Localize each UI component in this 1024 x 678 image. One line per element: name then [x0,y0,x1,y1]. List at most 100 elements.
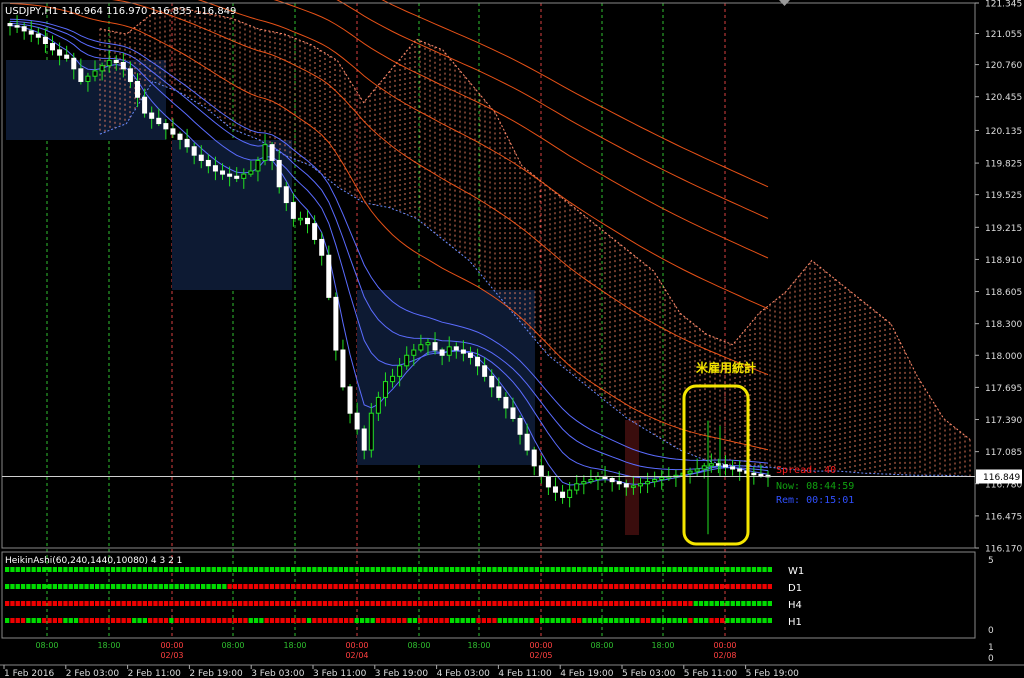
ha-down-cell [402,601,407,606]
candle-body [701,465,707,470]
candle-body [269,144,275,161]
ha-up-cell [238,567,243,572]
ha-up-cell [614,567,619,572]
price-tick-label: 117.390 [985,416,1022,426]
ha-up-cell [540,567,545,572]
ha-down-cell [640,584,645,589]
ha-down-cell [264,584,269,589]
ha-down-cell [693,584,698,589]
ha-down-cell [540,584,545,589]
ha-down-cell [317,601,322,606]
ha-down-cell [391,601,396,606]
ha-down-cell [190,618,195,623]
ha-up-cell [661,567,667,572]
ha-up-cell [148,584,153,589]
ha-up-cell [100,584,105,589]
ha-up-cell [582,567,587,572]
ha-down-cell [614,601,619,606]
ha-row-label: H1 [788,617,802,628]
ha-up-cell [365,567,370,572]
subwindow-label: HeikinAshi(60,240,1440,10080) 4 3 2 1 [5,556,182,566]
ha-down-cell [312,601,317,606]
ha-up-cell [195,584,200,589]
ha-down-cell [317,584,322,589]
ha-down-cell [735,584,741,589]
candle-body [453,346,459,351]
ha-up-cell [513,618,518,623]
ha-down-cell [354,601,359,606]
ha-up-cell [26,618,31,623]
ha-down-cell [206,618,211,623]
ha-down-cell [614,584,619,589]
ha-up-cell [73,618,79,623]
price-tick-label: 116.475 [985,512,1022,522]
candle-body [467,352,473,358]
candle-body [347,386,353,414]
candle-body [14,25,20,28]
candle-body [361,428,367,451]
ha-down-cell [428,601,433,606]
ha-down-cell [492,618,497,623]
ha-down-cell [444,584,449,589]
ha-up-cell [5,584,10,589]
candle-body [524,433,530,451]
price-tick-label: 118.300 [985,320,1022,330]
ha-down-cell [163,601,169,606]
ha-up-cell [614,618,619,623]
ha-down-cell [439,618,444,623]
ha-up-cell [635,567,640,572]
candle-body [156,117,162,125]
ha-down-cell [402,584,407,589]
ha-down-cell [704,584,709,589]
ha-down-cell [434,601,439,606]
ha-down-cell [396,601,402,606]
ha-down-cell [227,584,232,589]
ha-down-cell [216,601,222,606]
candle-body [687,470,693,474]
ha-down-cell [280,601,285,606]
ha-down-cell [571,584,576,589]
ha-up-cell [661,618,667,623]
ha-down-cell [58,601,63,606]
ha-down-cell [126,618,132,623]
ha-up-cell [47,567,52,572]
ha-up-cell [370,618,375,623]
ha-down-cell [301,584,306,589]
candle-body [42,36,48,45]
ha-down-cell [110,618,116,623]
ha-up-cell [312,567,317,572]
ha-down-cell [402,618,407,623]
ha-down-cell [661,584,667,589]
ha-down-cell [762,584,767,589]
ha-down-cell [449,584,455,589]
ha-down-cell [714,584,719,589]
ha-down-cell [296,584,301,589]
ha-up-cell [439,567,444,572]
ha-down-cell [471,601,476,606]
candle-body [616,481,622,485]
ha-down-cell [68,601,73,606]
ha-down-cell [322,584,328,589]
ha-down-cell [534,584,539,589]
time-tick-label: 5 Feb 03:00 [622,669,676,678]
trading-chart[interactable]: 121.345 121.055 120.760 120.455 120.135 119.8… [0,0,1024,678]
ha-down-cell [487,601,492,606]
ha-up-cell [529,567,534,572]
ha-up-cell [545,567,550,572]
ha-up-cell [84,567,89,572]
ha-down-cell [381,584,386,589]
ha-down-cell [677,601,682,606]
ha-up-cell [598,618,603,623]
ha-down-cell [291,584,296,589]
ha-up-cell [741,567,746,572]
candle-body [545,475,551,488]
ha-down-cell [79,601,84,606]
ha-up-cell [201,584,206,589]
ha-up-cell [259,567,264,572]
ha-up-cell [89,567,94,572]
candle-body [588,479,594,483]
time-tick-label: 3 Feb 03:00 [251,669,305,678]
ha-up-cell [518,567,524,572]
ha-up-cell [42,567,47,572]
ha-down-cell [635,601,640,606]
